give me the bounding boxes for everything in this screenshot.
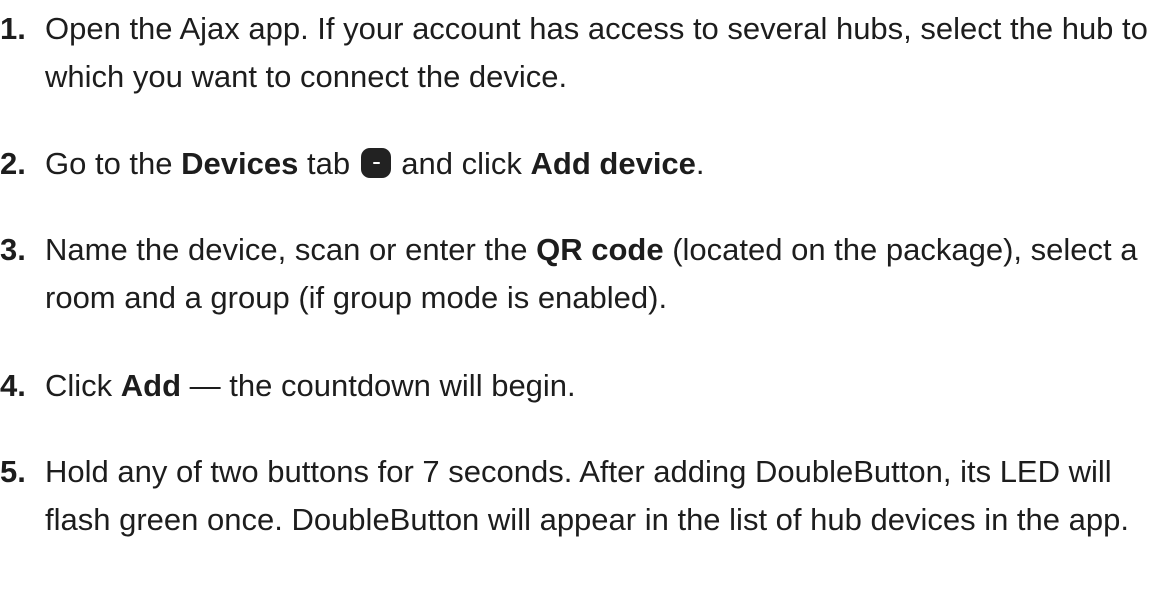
step-1: 1. Open the Ajax app. If your account has… [0,5,1160,101]
step-text: Go to the Devices tab and click Add devi… [45,140,1155,188]
add-label: Add [120,368,182,403]
step-number: 2. [0,146,26,181]
step-text: Name the device, scan or enter the QR co… [45,226,1155,322]
step-text: Open the Ajax app. If your account has a… [45,11,1148,94]
step-text-segment: and click [392,146,531,181]
step-text-segment: . [695,146,705,181]
step-text: Click Add — the countdown will begin. [45,362,1155,410]
qr-code-label: QR code [536,232,664,267]
step-text-segment: Go to the [45,146,182,181]
step-text: Hold any of two buttons for 7 seconds. A… [45,454,1129,537]
step-number: 5. [0,454,26,489]
step-4: 4. Click Add — the countdown will begin. [0,362,1160,410]
step-number: 3. [0,232,26,267]
step-text-segment: Name the device, scan or enter the [45,232,537,267]
devices-tab-icon [360,148,391,178]
step-number: 4. [0,368,26,403]
add-device-label: Add device [530,146,696,181]
step-5: 5. Hold any of two buttons for 7 seconds.… [0,448,1160,544]
step-text-segment: Click [45,368,121,403]
step-number: 1. [0,11,26,46]
step-text-segment: tab [298,146,359,181]
instruction-steps: 1. Open the Ajax app. If your account has… [0,0,1168,603]
step-2: 2. Go to the Devices tab and click Add de… [0,140,1160,188]
step-text-segment: — the countdown will begin. [181,368,576,403]
devices-tab-label: Devices [181,146,299,181]
step-3: 3. Name the device, scan or enter the QR … [0,226,1160,322]
